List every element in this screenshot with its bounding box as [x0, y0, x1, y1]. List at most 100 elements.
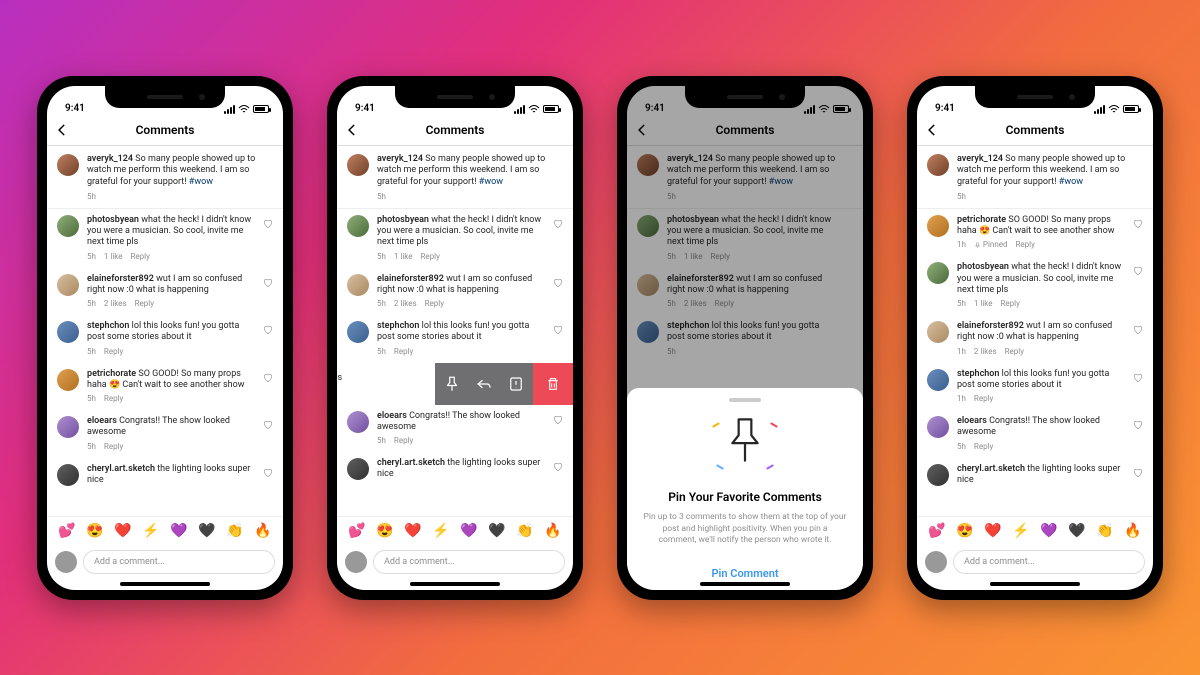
emoji-btn[interactable]: 👏	[226, 523, 243, 539]
pin-comment-button[interactable]: Pin Comment	[643, 561, 847, 582]
comment-item[interactable]: photosbyean what the heck! I didn't know…	[337, 209, 573, 268]
emoji-btn[interactable]: ❤️	[114, 523, 131, 539]
comment-item[interactable]: petrichorate SO GOOD! So many props haha…	[47, 363, 283, 411]
comment-item[interactable]: elaineforster892 wut I am so confused ri…	[337, 268, 573, 316]
avatar[interactable]	[347, 215, 369, 237]
avatar[interactable]	[57, 416, 79, 438]
like-button[interactable]	[1133, 468, 1143, 478]
my-avatar[interactable]	[345, 551, 367, 573]
post-hashtag[interactable]: #wow	[189, 177, 213, 187]
my-avatar[interactable]	[925, 551, 947, 573]
emoji-btn[interactable]: 🔥	[1124, 523, 1141, 539]
comment-item[interactable]: eloears Congrats!! The show looked aweso…	[917, 410, 1153, 458]
emoji-btn[interactable]: ❤️	[984, 523, 1001, 539]
comment-item[interactable]: elaineforster892 wut I am so confused ri…	[47, 268, 283, 316]
home-indicator[interactable]	[990, 582, 1080, 586]
comment-input[interactable]: Add a comment...	[953, 550, 1145, 574]
comment-item[interactable]: elaineforster892 wut I am so confused ri…	[917, 315, 1153, 363]
home-indicator[interactable]	[410, 582, 500, 586]
avatar[interactable]	[347, 458, 369, 480]
avatar[interactable]	[347, 154, 369, 176]
comment-username[interactable]: photosbyean	[87, 215, 139, 225]
like-button[interactable]	[263, 420, 273, 430]
comment-item-pinned[interactable]: petrichorate SO GOOD! So many props haha…	[917, 209, 1153, 257]
emoji-btn[interactable]: 💕	[348, 523, 365, 539]
comment-item[interactable]: cheryl.art.sketch the lighting looks sup…	[337, 452, 573, 487]
avatar[interactable]	[927, 464, 949, 486]
home-indicator[interactable]	[700, 582, 790, 586]
comment-item[interactable]: photosbyean what the heck! I didn't know…	[917, 256, 1153, 315]
like-button[interactable]	[553, 325, 563, 335]
emoji-btn[interactable]: 🖤	[198, 523, 215, 539]
back-button[interactable]	[55, 122, 73, 140]
emoji-btn[interactable]: 💜	[1040, 523, 1057, 539]
emoji-btn[interactable]: 😍	[956, 523, 973, 539]
sheet-grabber[interactable]	[729, 398, 761, 402]
pin-icon[interactable]	[443, 375, 461, 393]
comment-item-swiped[interactable]: any propsshow	[337, 363, 573, 405]
comment-item[interactable]: stephchon lol this looks fun! you gotta …	[47, 315, 283, 363]
comment-item[interactable]: stephchon lol this looks fun! you gotta …	[337, 315, 573, 363]
avatar[interactable]	[347, 321, 369, 343]
comment-item[interactable]: photosbyean what the heck! I didn't know…	[47, 209, 283, 268]
comment-input[interactable]: Add a comment...	[83, 550, 275, 574]
comment-item[interactable]: cheryl.art.sketch the lighting looks sup…	[47, 458, 283, 493]
avatar[interactable]	[927, 215, 949, 237]
avatar[interactable]	[57, 154, 79, 176]
home-indicator[interactable]	[120, 582, 210, 586]
emoji-btn[interactable]: ⚡	[142, 523, 159, 539]
comment-item[interactable]: eloears Congrats!! The show looked aweso…	[47, 410, 283, 458]
content[interactable]: averyk_124 So many people showed up to w…	[337, 146, 573, 516]
post-username[interactable]: averyk_124	[87, 154, 133, 164]
avatar[interactable]	[57, 274, 79, 296]
avatar[interactable]	[57, 369, 79, 391]
avatar[interactable]	[57, 215, 79, 237]
like-button[interactable]	[1133, 266, 1143, 276]
like-button[interactable]	[263, 373, 273, 383]
comment-item[interactable]: eloears Congrats!! The show looked aweso…	[337, 405, 573, 453]
emoji-btn[interactable]: 🔥	[544, 523, 561, 539]
emoji-btn[interactable]: 👏	[516, 523, 533, 539]
emoji-btn[interactable]: 🖤	[1068, 523, 1085, 539]
like-button[interactable]	[553, 219, 563, 229]
like-button[interactable]	[1133, 420, 1143, 430]
emoji-btn[interactable]: 🖤	[488, 523, 505, 539]
like-button[interactable]	[553, 462, 563, 472]
like-button[interactable]	[553, 415, 563, 425]
comment-input[interactable]: Add a comment...	[373, 550, 565, 574]
avatar[interactable]	[57, 321, 79, 343]
emoji-btn[interactable]: 😍	[376, 523, 393, 539]
like-button[interactable]	[553, 278, 563, 288]
comment-item[interactable]: stephchon lol this looks fun! you gotta …	[917, 363, 1153, 411]
emoji-btn[interactable]: 👏	[1096, 523, 1113, 539]
avatar[interactable]	[927, 321, 949, 343]
emoji-btn[interactable]: 🔥	[254, 523, 271, 539]
emoji-btn[interactable]: ⚡	[1012, 523, 1029, 539]
emoji-btn[interactable]: 💜	[170, 523, 187, 539]
back-button[interactable]	[345, 122, 363, 140]
avatar[interactable]	[347, 274, 369, 296]
delete-button[interactable]	[533, 363, 573, 405]
avatar[interactable]	[347, 411, 369, 433]
avatar[interactable]	[927, 416, 949, 438]
reply-icon[interactable]	[475, 375, 493, 393]
avatar[interactable]	[927, 262, 949, 284]
like-button[interactable]	[1133, 373, 1143, 383]
my-avatar[interactable]	[55, 551, 77, 573]
like-button[interactable]	[263, 278, 273, 288]
emoji-btn[interactable]: 💕	[58, 523, 75, 539]
like-button[interactable]	[263, 219, 273, 229]
like-button[interactable]	[263, 468, 273, 478]
report-icon[interactable]	[507, 375, 525, 393]
avatar[interactable]	[927, 369, 949, 391]
content[interactable]: averyk_124 So many people showed up to w…	[917, 146, 1153, 516]
emoji-btn[interactable]: 💜	[460, 523, 477, 539]
back-button[interactable]	[925, 122, 943, 140]
like-button[interactable]	[1133, 219, 1143, 229]
emoji-btn[interactable]: ❤️	[404, 523, 421, 539]
comment-item[interactable]: cheryl.art.sketch the lighting looks sup…	[917, 458, 1153, 493]
content[interactable]: averyk_124 So many people showed up to w…	[47, 146, 283, 516]
emoji-btn[interactable]: ⚡	[432, 523, 449, 539]
avatar[interactable]	[927, 154, 949, 176]
like-button[interactable]	[1133, 325, 1143, 335]
